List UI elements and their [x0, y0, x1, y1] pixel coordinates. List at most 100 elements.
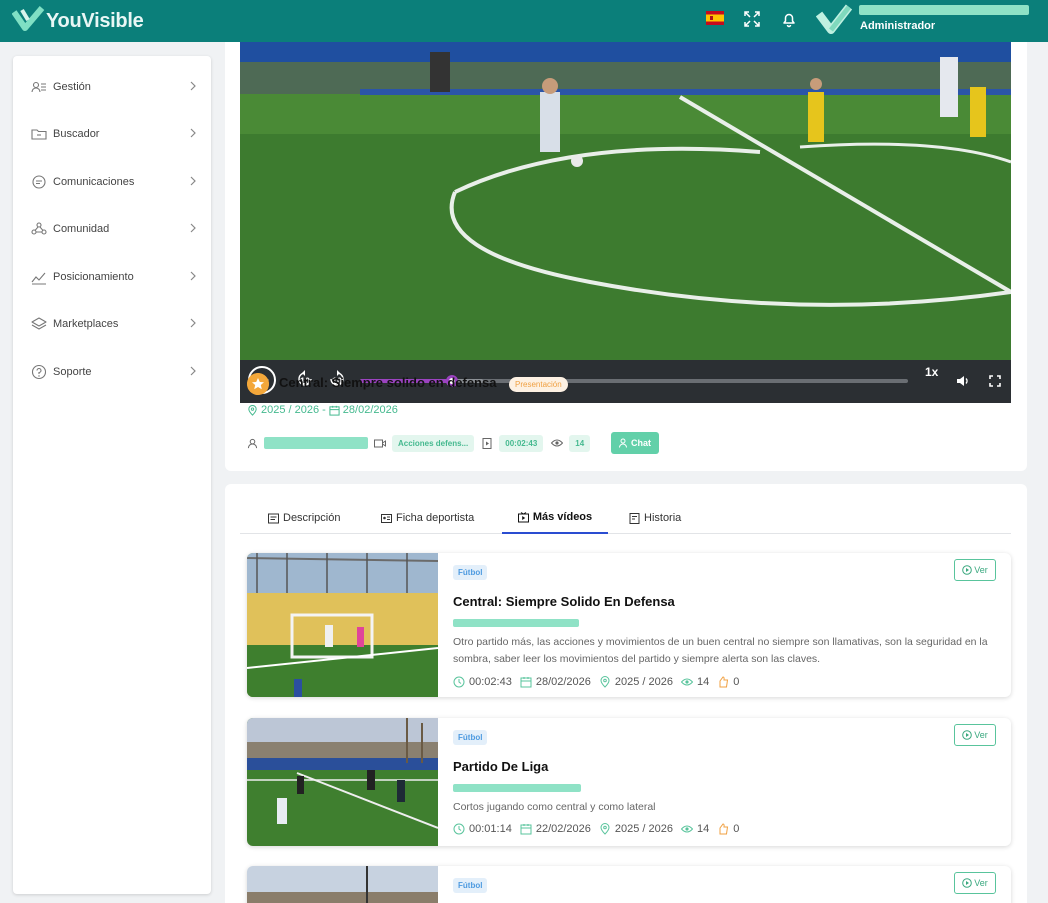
spain-flag-icon[interactable] — [706, 11, 724, 25]
play-circle-icon — [962, 565, 973, 575]
athlete-name-redacted[interactable] — [264, 437, 368, 449]
video-icon — [517, 511, 529, 522]
sidebar-item-comunicaciones[interactable]: Comunicaciones — [31, 171, 197, 193]
chevron-right-icon — [190, 128, 196, 138]
video-date: 28/02/2026 — [342, 404, 398, 416]
avatar[interactable] — [816, 2, 852, 38]
clock-icon — [453, 676, 465, 688]
location-pin-icon — [600, 676, 610, 688]
film-icon — [482, 437, 492, 449]
id-card-icon — [381, 513, 392, 523]
tab-label: Más vídeos — [532, 511, 593, 523]
date: 22/02/2026 — [535, 823, 591, 835]
tab-historia[interactable]: Historia — [629, 502, 681, 534]
fullscreen-player-icon[interactable] — [989, 375, 1001, 387]
ver-button[interactable]: Ver — [954, 872, 996, 894]
video-player-card: 10 10 1x Central: Siempre solido en defe… — [225, 42, 1027, 471]
category-chip[interactable]: Acciones defens... — [392, 434, 475, 452]
views: 14 — [697, 676, 710, 688]
sidebar-item-posicionamiento[interactable]: Posicionamiento — [31, 266, 197, 288]
video-frame[interactable] — [240, 42, 1011, 360]
sidebar-item-marketplaces[interactable]: Marketplaces — [31, 313, 197, 335]
video-list-item[interactable]: Fútbol Ver Central: Siempre Solido En De… — [247, 553, 1011, 697]
star-icon — [247, 373, 269, 395]
sidebar-item-label: Gestión — [53, 81, 91, 93]
chat-button[interactable]: Chat — [611, 432, 659, 454]
sidebar-item-label: Soporte — [53, 366, 92, 378]
sidebar-item-label: Posicionamiento — [53, 271, 134, 283]
video-item-description: Otro partido más, las acciones y movimie… — [453, 636, 988, 665]
duration: 00:01:14 — [469, 823, 512, 835]
duration: 00:02:43 — [469, 676, 512, 688]
users-list-icon — [31, 81, 46, 93]
date: 28/02/2026 — [535, 676, 591, 688]
chat-icon — [32, 175, 46, 189]
ver-label: Ver — [974, 730, 988, 740]
user-email[interactable]: ... — [859, 5, 1029, 15]
video-title: Central: Siempre solido en defensa — [279, 375, 497, 390]
sidebar-item-soporte[interactable]: Soporte — [31, 361, 197, 383]
sidebar-item-comunidad[interactable]: Comunidad — [31, 218, 197, 240]
presentation-badge: Presentación — [509, 377, 568, 392]
description-icon — [268, 513, 279, 523]
user-role: Administrador — [860, 20, 936, 32]
author-redacted — [453, 619, 579, 627]
sidebar-item-buscador[interactable]: Buscador — [31, 123, 197, 145]
camera-icon — [374, 439, 386, 447]
fullscreen-icon[interactable] — [743, 10, 761, 28]
clock-icon — [453, 823, 465, 835]
ver-button[interactable]: Ver — [954, 724, 996, 746]
sport-badge: Fútbol — [453, 878, 488, 893]
eye-icon — [551, 439, 564, 447]
video-list-item[interactable]: Fútbol Ver Partido De Liga Cortos jugand… — [247, 718, 1011, 846]
tab-label: Historia — [644, 512, 682, 524]
community-icon — [31, 222, 47, 235]
video-season: 2025 / 2026 — [261, 404, 320, 416]
ver-button[interactable]: Ver — [954, 559, 996, 581]
video-thumbnail[interactable] — [247, 866, 438, 903]
eye-icon — [681, 825, 694, 833]
video-scene — [240, 42, 1011, 360]
video-thumbnail[interactable] — [247, 718, 438, 846]
trend-icon — [31, 272, 46, 285]
video-list-item[interactable]: Fútbol Ver — [247, 866, 1011, 903]
likes: 0 — [733, 676, 740, 688]
meta-separator: - — [322, 404, 326, 416]
location-pin-icon — [248, 404, 257, 416]
playback-speed[interactable]: 1x — [925, 365, 938, 379]
video-item-title[interactable]: Central: Siempre Solido En Defensa — [453, 594, 675, 609]
calendar-icon — [329, 405, 340, 416]
top-bar: YouVisible ... Administrador — [0, 0, 1048, 42]
chevron-right-icon — [190, 81, 196, 91]
like-icon — [719, 676, 729, 688]
chevron-right-icon — [190, 318, 196, 328]
tab-ficha-deportista[interactable]: Ficha deportista — [381, 502, 474, 534]
video-item-title[interactable]: Partido De Liga — [453, 759, 548, 774]
sidebar: Gestión Buscador Comunicaciones Comunida… — [13, 56, 211, 894]
chevron-right-icon — [190, 271, 196, 281]
app-logo[interactable]: YouVisible — [12, 4, 144, 38]
layers-icon — [31, 317, 47, 330]
more-videos-card: Descripción Ficha deportista Más vídeos … — [225, 484, 1027, 903]
sidebar-item-label: Comunidad — [53, 223, 110, 235]
bell-icon[interactable] — [780, 10, 798, 28]
tab-mas-videos[interactable]: Más vídeos — [502, 502, 608, 534]
ver-label: Ver — [974, 878, 988, 888]
tab-bar: Descripción Ficha deportista Más vídeos … — [240, 502, 1011, 534]
tab-label: Descripción — [283, 512, 341, 524]
volume-icon[interactable] — [956, 374, 970, 388]
sidebar-item-label: Buscador — [53, 128, 100, 140]
season: 2025 / 2026 — [614, 676, 674, 688]
views-chip: 14 — [569, 434, 591, 452]
location-pin-icon — [600, 823, 610, 835]
likes: 0 — [733, 823, 740, 835]
video-thumbnail[interactable] — [247, 553, 438, 697]
season: 2025 / 2026 — [614, 823, 674, 835]
play-circle-icon — [962, 878, 973, 888]
chat-label: Chat — [631, 438, 651, 448]
calendar-icon — [520, 824, 532, 835]
tab-descripcion[interactable]: Descripción — [268, 502, 340, 534]
sidebar-item-gestion[interactable]: Gestión — [31, 76, 197, 98]
play-circle-icon — [962, 730, 973, 740]
sport-badge: Fútbol — [453, 565, 488, 580]
